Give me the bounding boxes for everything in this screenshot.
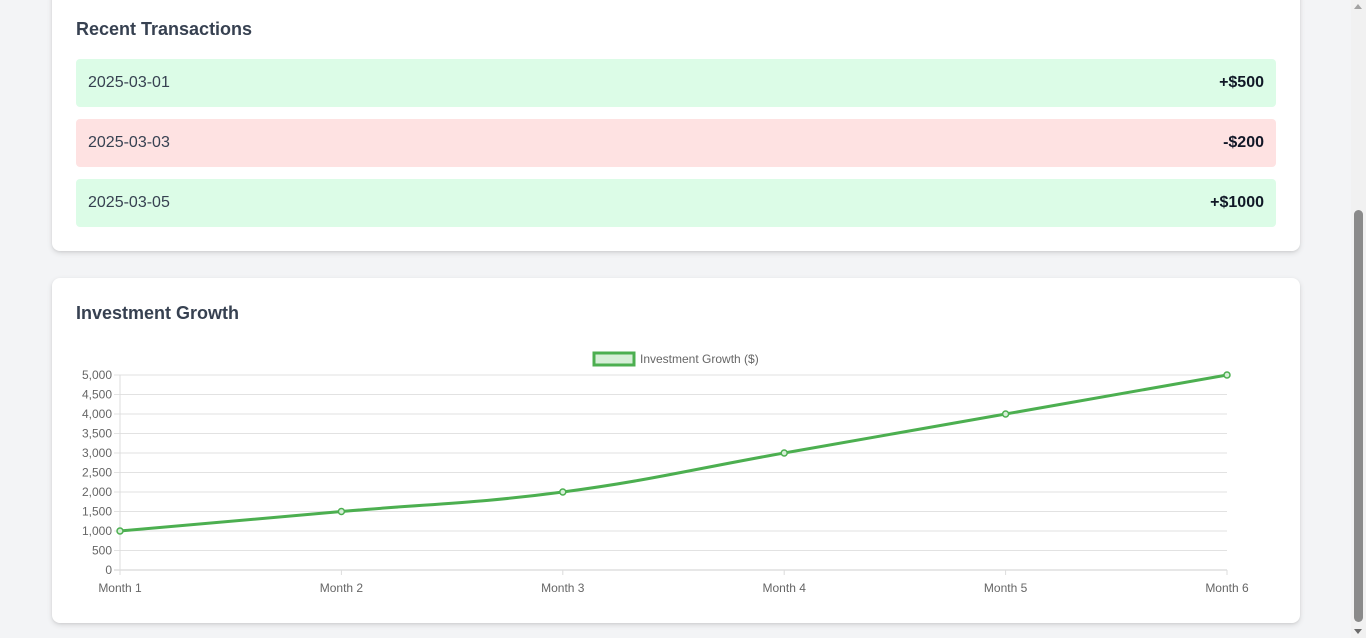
transaction-amount: +$1000 xyxy=(1210,194,1264,211)
transaction-row: 2025-03-05 +$1000 xyxy=(76,179,1276,227)
transaction-row: 2025-03-01 +$500 xyxy=(76,59,1276,107)
vertical-scrollbar[interactable] xyxy=(1351,0,1366,638)
legend-label: Investment Growth ($) xyxy=(640,352,759,366)
x-tick-label: Month 3 xyxy=(541,581,585,595)
investment-growth-chart: 0 500 1,000 1,500 2,000 2,500 3,000 3,500 4,000 4… xyxy=(76,342,1276,602)
data-point xyxy=(337,507,346,516)
chart-canvas: 0 500 1,000 1,500 2,000 2,500 3,000 3,500 4,000 4… xyxy=(82,351,1249,595)
transaction-amount: -$200 xyxy=(1223,134,1264,151)
y-tick-label: 0 xyxy=(105,563,112,577)
x-tick-label: Month 6 xyxy=(1205,581,1249,595)
transaction-date: 2025-03-01 xyxy=(88,74,170,91)
x-tick-label: Month 1 xyxy=(98,581,142,595)
y-tick-label: 2,500 xyxy=(82,466,112,480)
y-tick-label: 5,000 xyxy=(82,368,112,382)
x-tick-label: Month 5 xyxy=(984,581,1028,595)
x-tick-label: Month 4 xyxy=(763,581,807,595)
transaction-date: 2025-03-05 xyxy=(88,194,170,211)
data-point xyxy=(1001,410,1010,418)
data-point xyxy=(780,449,788,457)
recent-transactions-card: Recent Transactions 2025-03-01 +$500 202… xyxy=(52,0,1300,251)
transaction-amount: +$500 xyxy=(1219,74,1264,91)
y-tick-label: 500 xyxy=(92,544,112,558)
transaction-date: 2025-03-03 xyxy=(88,134,170,151)
y-tick-label: 1,500 xyxy=(82,505,112,519)
legend-swatch xyxy=(592,351,636,367)
scrollbar-thumb[interactable] xyxy=(1354,210,1363,622)
data-point xyxy=(559,488,567,496)
transaction-row: 2025-03-03 -$200 xyxy=(76,119,1276,167)
data-point xyxy=(1223,371,1231,379)
investment-growth-card: Investment Growth 0 500 1,000 1,500 2,000 2,5… xyxy=(52,278,1300,623)
y-tick-label: 4,000 xyxy=(82,407,112,421)
y-tick-label: 2,000 xyxy=(82,485,112,499)
y-tick-label: 3,000 xyxy=(82,446,112,460)
data-point xyxy=(116,527,124,535)
x-tick-label: Month 2 xyxy=(320,581,364,595)
recent-transactions-title: Recent Transactions xyxy=(76,19,253,39)
scroll-up-arrow-icon[interactable] xyxy=(1354,4,1362,9)
y-tick-label: 4,500 xyxy=(82,388,112,402)
y-tick-label: 3,500 xyxy=(82,427,112,441)
y-tick-label: 1,000 xyxy=(82,524,112,538)
investment-growth-title: Investment Growth xyxy=(76,303,240,323)
scroll-down-arrow-icon[interactable] xyxy=(1354,629,1362,634)
